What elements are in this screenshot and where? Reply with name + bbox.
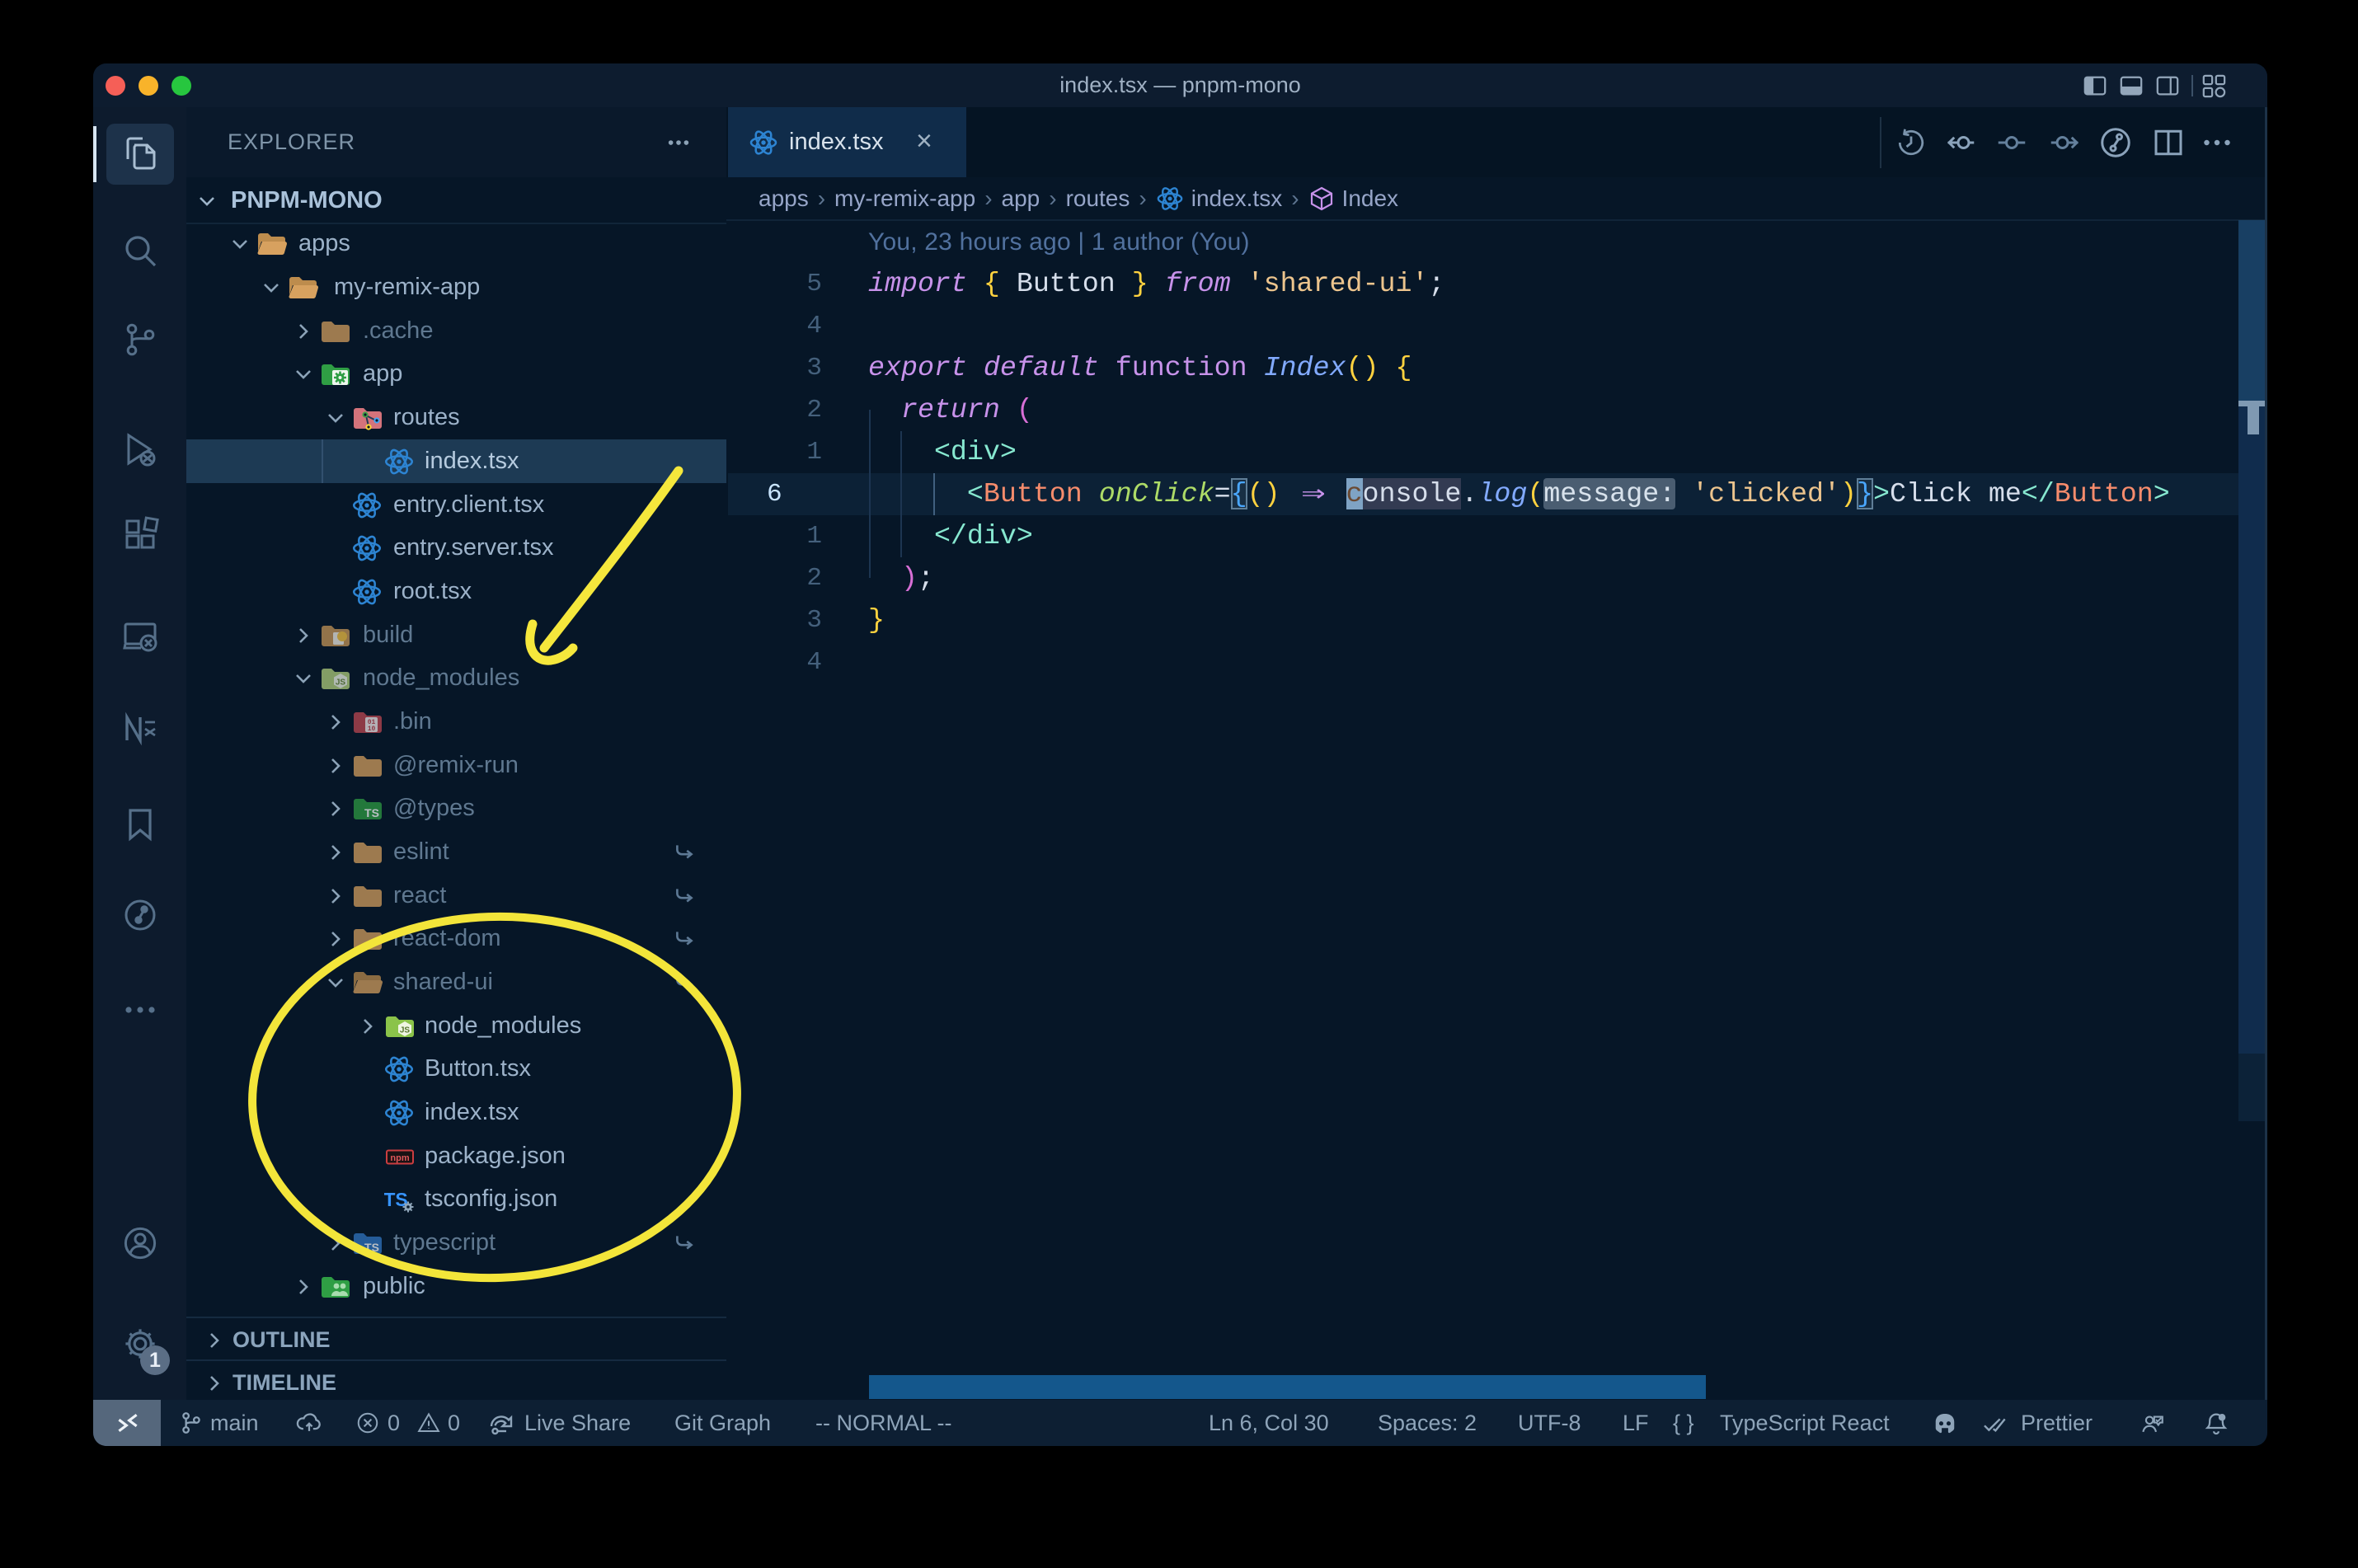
svg-text:JS: JS <box>336 678 346 688</box>
svg-text:npm: npm <box>390 1153 409 1163</box>
svg-text:JS: JS <box>400 1026 411 1035</box>
svg-text:10: 10 <box>368 725 376 733</box>
svg-text:TS: TS <box>364 1241 379 1254</box>
svg-text:TS: TS <box>364 806 379 819</box>
